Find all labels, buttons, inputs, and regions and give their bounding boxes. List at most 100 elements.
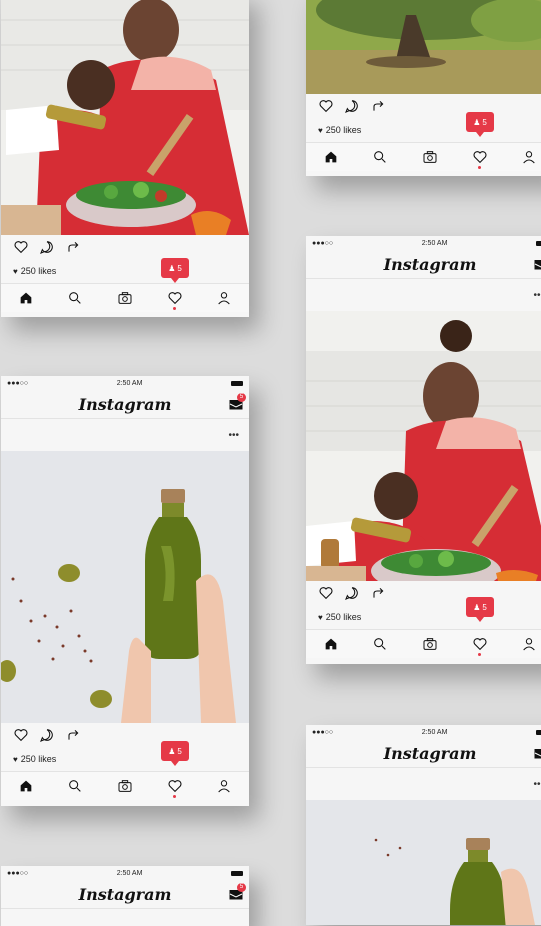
app-header: Instagram [306, 739, 541, 768]
notification-badge[interactable]: ♟5 [466, 597, 494, 617]
notification-badge[interactable]: ♟5 [466, 112, 494, 132]
search-icon[interactable] [65, 288, 85, 308]
activity-indicator-dot [173, 307, 176, 310]
likes-heart-icon: ♥ [318, 126, 323, 135]
profile-icon[interactable] [519, 147, 539, 167]
home-icon[interactable] [16, 776, 36, 796]
profile-icon[interactable] [519, 634, 539, 654]
inbox-badge: 5 [237, 883, 246, 892]
inbox-icon[interactable] [534, 746, 541, 758]
post-card-partial-bottom: ●●●○○ 2:50 AM Instagram 5 [1, 866, 249, 926]
cooking-photo [1, 0, 249, 235]
home-icon[interactable] [16, 288, 36, 308]
cooking-photo [306, 311, 541, 581]
likes-count: 250 likes [21, 754, 57, 764]
bottom-tab-bar [306, 629, 541, 658]
more-options-icon[interactable]: ••• [533, 290, 541, 301]
more-options-icon[interactable]: ••• [533, 779, 541, 790]
inbox-badge: 5 [237, 393, 246, 402]
profile-icon[interactable] [214, 288, 234, 308]
share-icon[interactable] [370, 585, 386, 601]
app-logo: Instagram [384, 255, 477, 274]
post-photo[interactable] [306, 311, 541, 581]
battery-icon [536, 241, 541, 246]
post-header: ••• [1, 419, 249, 451]
notification-badge[interactable]: ♟5 [161, 741, 189, 761]
likes-count: 250 likes [21, 266, 57, 276]
status-bar: ●●●○○ 2:50 AM [1, 866, 249, 880]
comment-icon[interactable] [344, 98, 360, 114]
post-photo[interactable] [306, 800, 541, 925]
comment-icon[interactable] [39, 727, 55, 743]
camera-icon[interactable] [420, 147, 440, 167]
share-icon[interactable] [65, 727, 81, 743]
likes-count: 250 likes [326, 612, 362, 622]
post-actions [306, 581, 541, 605]
signal-indicator: ●●●○○ [7, 380, 28, 387]
notification-count: 5 [177, 264, 181, 273]
battery-icon [536, 730, 541, 735]
comment-icon[interactable] [344, 585, 360, 601]
user-icon: ♟ [168, 264, 175, 273]
likes-row: ♥ 250 likes ♟5 [306, 118, 541, 142]
post-header: ••• [306, 279, 541, 311]
share-icon[interactable] [370, 98, 386, 114]
activity-heart-icon[interactable] [165, 776, 185, 796]
heart-icon[interactable] [318, 98, 334, 114]
post-card-olive-oil: ●●●○○ 2:50 AM Instagram 5 ••• ♥ [1, 376, 249, 806]
status-bar: ●●●○○ 2:50 AM [1, 376, 249, 390]
post-photo[interactable] [306, 0, 541, 94]
heart-icon[interactable] [318, 585, 334, 601]
inbox-icon[interactable]: 5 [229, 397, 243, 409]
app-header: Instagram 5 [1, 880, 249, 909]
signal-indicator: ●●●○○ [312, 729, 333, 736]
post-card-tree: ♥ 250 likes ♟5 [306, 0, 541, 176]
camera-icon[interactable] [115, 288, 135, 308]
more-options-icon[interactable]: ••• [228, 430, 239, 441]
battery-icon [231, 871, 243, 876]
activity-heart-icon[interactable] [470, 634, 490, 654]
inbox-icon[interactable]: 5 [534, 257, 541, 269]
search-icon[interactable] [370, 147, 390, 167]
comment-icon[interactable] [39, 239, 55, 255]
user-icon: ♟ [473, 603, 480, 612]
likes-heart-icon: ♥ [318, 613, 323, 622]
activity-indicator-dot [478, 653, 481, 656]
app-logo: Instagram [384, 744, 477, 763]
bottom-tab-bar [1, 771, 249, 800]
share-icon[interactable] [65, 239, 81, 255]
likes-count: 250 likes [326, 125, 362, 135]
likes-heart-icon: ♥ [13, 755, 18, 764]
camera-icon[interactable] [420, 634, 440, 654]
likes-heart-icon: ♥ [13, 267, 18, 276]
status-time: 2:50 AM [422, 240, 448, 247]
status-bar: ●●●○○ 2:50 AM [306, 236, 541, 250]
bottom-tab-bar [1, 283, 249, 312]
bottom-tab-bar [306, 142, 541, 171]
battery-icon [231, 381, 243, 386]
activity-heart-icon[interactable] [470, 147, 490, 167]
post-photo[interactable] [1, 451, 249, 723]
post-card-olive-oil-bottom: ●●●○○ 2:50 AM Instagram ••• [306, 725, 541, 925]
camera-icon[interactable] [115, 776, 135, 796]
search-icon[interactable] [65, 776, 85, 796]
olive-oil-photo [306, 800, 541, 925]
notification-count: 5 [177, 747, 181, 756]
profile-icon[interactable] [214, 776, 234, 796]
inbox-icon[interactable]: 5 [229, 887, 243, 899]
notification-count: 5 [482, 603, 486, 612]
status-time: 2:50 AM [117, 870, 143, 877]
post-photo[interactable] [1, 0, 249, 235]
heart-icon[interactable] [13, 727, 29, 743]
post-actions [306, 94, 541, 118]
home-icon[interactable] [321, 147, 341, 167]
app-header: Instagram 5 [306, 250, 541, 279]
app-logo: Instagram [79, 395, 172, 414]
search-icon[interactable] [370, 634, 390, 654]
notification-badge[interactable]: ♟5 [161, 258, 189, 278]
heart-icon[interactable] [13, 239, 29, 255]
olive-tree-photo [306, 0, 541, 94]
activity-heart-icon[interactable] [165, 288, 185, 308]
post-actions [1, 235, 249, 259]
home-icon[interactable] [321, 634, 341, 654]
